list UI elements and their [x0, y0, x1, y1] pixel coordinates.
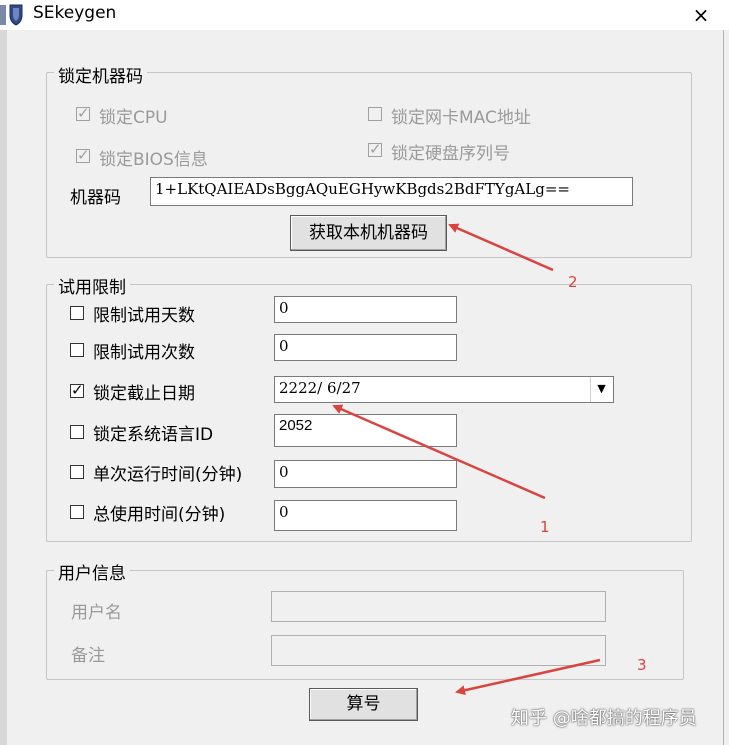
annotation-arrow-2 — [448, 223, 554, 272]
annotation-number-1: 1 — [540, 518, 550, 536]
watermark: 知乎 @啥都搞的程序员 — [511, 708, 697, 729]
annotation-number-3: 3 — [637, 656, 647, 674]
annotation-arrows — [332, 223, 601, 696]
annotation-number-2: 2 — [568, 273, 578, 291]
annotation-arrow-1 — [332, 404, 546, 500]
annotation-arrow-3 — [455, 658, 601, 696]
